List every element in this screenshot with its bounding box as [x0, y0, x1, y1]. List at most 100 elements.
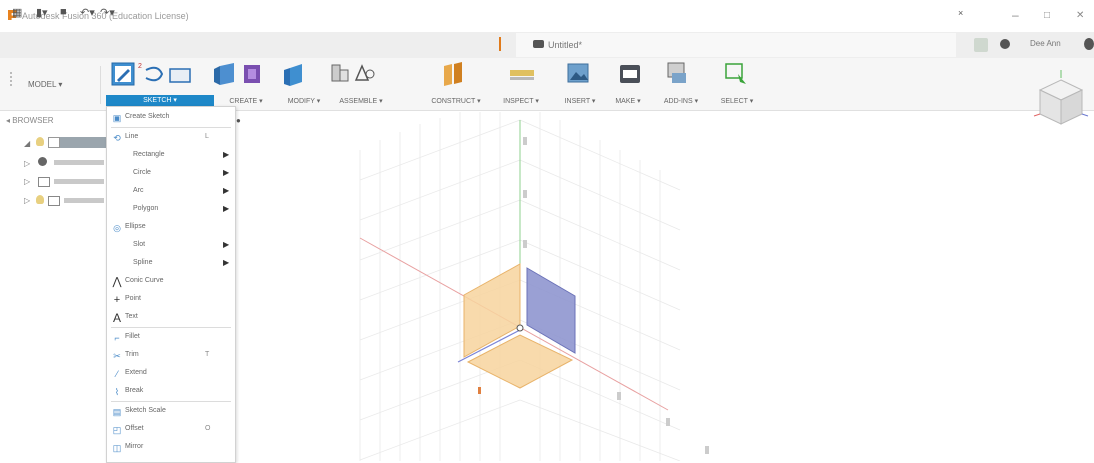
menu-item-polygon[interactable]: Polygon ▶ [107, 201, 235, 219]
menu-item-label: Create Sketch [125, 113, 170, 120]
add-ins-group-button[interactable]: ADD-INS ▾ [656, 97, 706, 105]
tab-close-marker [499, 37, 501, 51]
menu-item-ellipse[interactable]: ◎ Ellipse [107, 219, 235, 237]
sketch-group-label: SKETCH ▾ [143, 97, 177, 104]
menu-item-create-sketch[interactable]: ▣ Create Sketch [107, 109, 235, 127]
lightbulb-icon[interactable] [36, 195, 44, 204]
folder-icon [48, 196, 60, 206]
menu-item-label: Line [125, 133, 139, 140]
trim-icon: ✂ [113, 351, 121, 361]
help-icon[interactable] [1084, 38, 1094, 50]
browser-panel-header[interactable]: ◂ BROWSER [6, 116, 54, 125]
menu-item-arc[interactable]: Arc ▶ [107, 183, 235, 201]
ellipse-icon: ◎ [113, 223, 121, 233]
menu-item-label: Fillet [125, 333, 140, 340]
measure-icon[interactable] [510, 70, 534, 80]
tree-expand-icon[interactable]: ▷ [24, 196, 30, 205]
menu-item-spline[interactable]: Spline ▶ [107, 255, 235, 273]
create-form-icon[interactable] [244, 65, 260, 83]
menu-item-text[interactable]: A Text [107, 309, 235, 327]
conic-curve-icon: ⋀ [112, 276, 122, 288]
undo-icon[interactable]: ↶▾ [80, 6, 95, 19]
modify-group-button[interactable]: MODIFY ▾ [282, 97, 326, 105]
insert-image-icon[interactable] [567, 63, 589, 83]
sketch-scale-icon: ▤ [112, 407, 122, 417]
minimize-button[interactable]: – [1012, 8, 1019, 22]
menu-item-extend[interactable]: ⁄ Extend [107, 365, 235, 383]
select-group-button[interactable]: SELECT ▾ [712, 97, 762, 105]
menu-item-label: Point [125, 295, 141, 302]
origin-point[interactable] [516, 324, 524, 332]
create-sketch-icon: ▣ [112, 113, 122, 123]
rectangle-tool-icon[interactable] [169, 68, 191, 83]
assemble-group-button[interactable]: ASSEMBLE ▾ [336, 97, 386, 105]
extrude-icon[interactable] [214, 63, 234, 85]
lightbulb-icon[interactable] [36, 137, 44, 146]
save-icon[interactable]: ■ [60, 6, 67, 18]
submenu-arrow-icon: ▶ [223, 204, 230, 213]
document-settings-node[interactable] [54, 160, 104, 165]
document-node-label-highlight[interactable] [60, 137, 106, 148]
menu-item-label: Slot [133, 241, 146, 248]
menu-item-slot[interactable]: Slot ▶ [107, 237, 235, 255]
redo-icon[interactable]: ↷▾ [100, 6, 115, 19]
joint-icon[interactable] [354, 64, 375, 81]
submenu-arrow-icon: ▶ [223, 240, 230, 249]
extend-icon: ⁄ [116, 369, 118, 379]
menu-item-break[interactable]: ⌇ Break [107, 383, 235, 401]
submenu-arrow-icon: ▶ [223, 150, 230, 159]
menu-item-mirror[interactable]: ◫ Mirror [107, 439, 235, 457]
browser-pin-icon[interactable]: ● [236, 116, 241, 125]
tree-expand-icon[interactable]: ▷ [24, 177, 30, 186]
user-account-label[interactable]: Dee Ann [1030, 39, 1061, 48]
select-icon[interactable] [725, 63, 746, 84]
menu-item-rectangle[interactable]: Rectangle ▶ [107, 147, 235, 165]
job-status-icon[interactable] [1000, 39, 1010, 49]
sketch-dropdown-menu: ▣ Create Sketch ⟲ Line L Rectangle ▶ Circle ▶ Arc… [106, 106, 236, 463]
3d-print-icon[interactable] [620, 65, 640, 83]
right-origin-plane[interactable] [526, 267, 576, 354]
new-component-icon[interactable] [331, 64, 349, 82]
workspace-switcher[interactable]: MODEL ▾ [28, 80, 62, 89]
menu-item-line[interactable]: ⟲ Line L [107, 129, 235, 147]
data-panel-grid-icon[interactable]: ▦ [12, 6, 22, 19]
menu-item-shortcut: L [205, 133, 209, 140]
inspect-group-button[interactable]: INSPECT ▾ [496, 97, 546, 105]
menu-item-label: Conic Curve [125, 277, 164, 284]
create-sketch-icon[interactable]: 2 [111, 62, 142, 86]
tab-close-icon[interactable]: × [958, 8, 963, 18]
line-tool-icon[interactable] [145, 66, 164, 82]
scripts-addins-icon[interactable] [667, 62, 686, 83]
sketch-group-button[interactable]: SKETCH ▾ [106, 95, 214, 106]
menu-item-shortcut: O [205, 425, 211, 432]
menu-item-sketch-scale[interactable]: ▤ Sketch Scale [107, 403, 235, 421]
offset-icon: ◰ [112, 425, 122, 435]
origin-node[interactable] [64, 198, 104, 203]
create-group-button[interactable]: CREATE ▾ [226, 97, 266, 105]
menu-item-label: Spline [133, 259, 153, 266]
menu-item-trim[interactable]: ✂ Trim T [107, 347, 235, 365]
menu-item-fillet[interactable]: ⌐ Fillet [107, 329, 235, 347]
menu-item-circle[interactable]: Circle ▶ [107, 165, 235, 183]
offset-plane-icon[interactable] [444, 62, 462, 86]
named-views-node[interactable] [54, 179, 104, 184]
settings-gear-icon [38, 157, 47, 166]
maximize-button[interactable]: □ [1044, 10, 1050, 21]
construct-group-button[interactable]: CONSTRUCT ▾ [426, 97, 486, 105]
toolbar-icons: 2 [111, 62, 746, 86]
close-button[interactable]: ✕ [1076, 10, 1084, 21]
fillet-icon: ⌐ [114, 333, 120, 343]
menu-item-conic-curve[interactable]: ⋀ Conic Curve [107, 273, 235, 291]
menu-item-label: Extend [125, 369, 147, 376]
tree-expand-root-icon[interactable]: ◢ [24, 139, 30, 148]
file-menu-icon[interactable]: ▮▾ [36, 6, 48, 19]
new-tab-button[interactable] [974, 38, 988, 52]
menu-item-label: Offset [125, 425, 144, 432]
browser-title: BROWSER [12, 116, 54, 125]
menu-item-offset[interactable]: ◰ Offset O [107, 421, 235, 439]
make-group-button[interactable]: MAKE ▾ [608, 97, 648, 105]
insert-group-button[interactable]: INSERT ▾ [558, 97, 602, 105]
tree-expand-icon[interactable]: ▷ [24, 159, 30, 168]
menu-item-point[interactable]: + Point [107, 291, 235, 309]
press-pull-icon[interactable] [284, 64, 302, 86]
